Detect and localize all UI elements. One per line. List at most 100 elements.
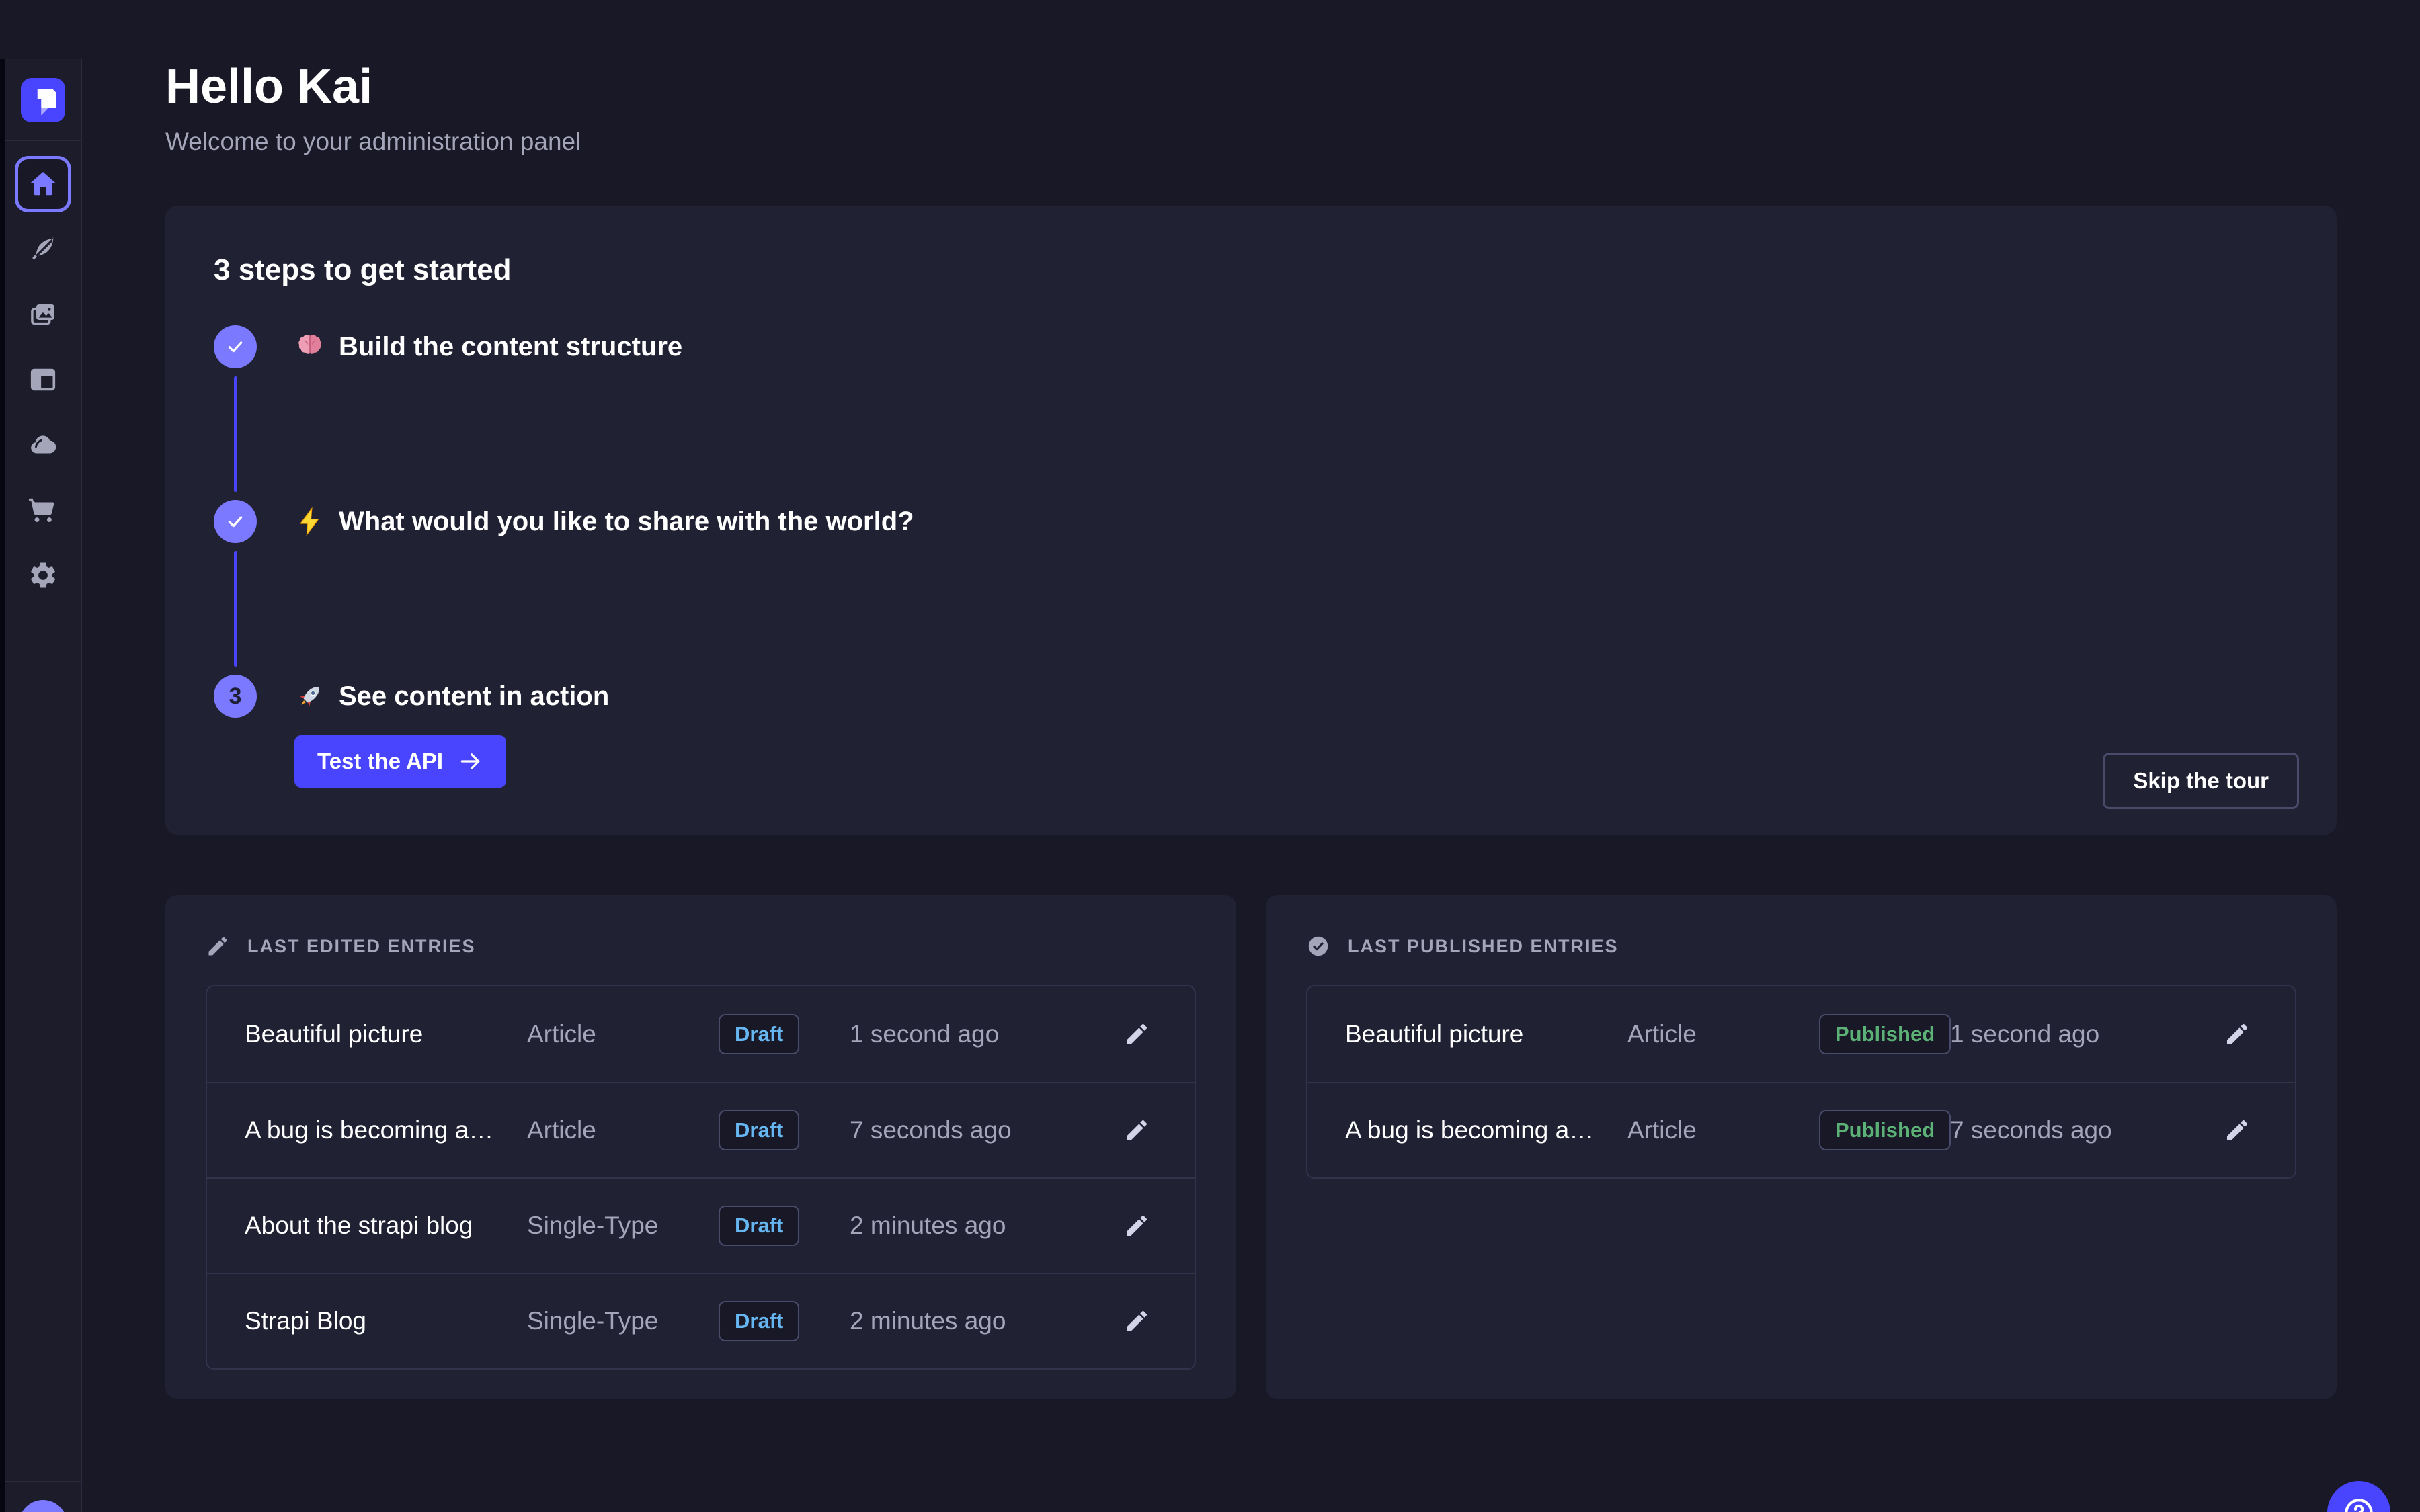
sidebar-item-home[interactable] [15, 156, 71, 212]
step-text: What would you like to share with the wo… [339, 507, 914, 537]
entry-time: 2 minutes ago [850, 1307, 1078, 1335]
step-text: Build the content structure [339, 332, 682, 362]
brain-emoji-icon [294, 331, 325, 362]
sidebar-item-deploy[interactable] [15, 417, 71, 473]
pencil-icon [2224, 1021, 2251, 1048]
step-share-with-world: What would you like to share with the wo… [214, 500, 2288, 543]
gear-icon [28, 560, 58, 591]
entry-type: Article [527, 1020, 719, 1048]
entry-title: Beautiful picture [1345, 1020, 1627, 1048]
main-content: Hello Kai Welcome to your administration… [82, 59, 2420, 1399]
status-badge: Draft [719, 1301, 799, 1341]
bolt-emoji-icon [294, 506, 325, 537]
last-edited-table: Beautiful picture Article Draft 1 second… [206, 985, 1196, 1370]
check-icon [225, 336, 246, 358]
pencil-icon [206, 934, 230, 958]
entry-row: About the strapi blog Single-Type Draft … [207, 1177, 1195, 1273]
entry-title: A bug is becoming a… [245, 1116, 527, 1144]
edit-entry-button[interactable] [1123, 1021, 1150, 1048]
test-the-api-button[interactable]: Test the API [294, 735, 506, 788]
cta-row: Test the API [294, 735, 2288, 788]
entry-type: Single-Type [527, 1212, 719, 1240]
entry-title: A bug is becoming a… [1345, 1116, 1627, 1144]
entry-time: 1 second ago [1950, 1020, 2179, 1048]
last-published-title: LAST PUBLISHED ENTRIES [1348, 936, 1619, 957]
entry-time: 1 second ago [850, 1020, 1078, 1048]
entry-row: A bug is becoming a… Article Draft 7 sec… [207, 1082, 1195, 1177]
last-published-entries-panel: LAST PUBLISHED ENTRIES Beautiful picture… [1266, 895, 2337, 1399]
sidebar-divider [5, 140, 81, 141]
strapi-logo-icon [21, 78, 65, 122]
feather-icon [28, 234, 58, 265]
entry-row: Strapi Blog Single-Type Draft 2 minutes … [207, 1273, 1195, 1368]
entry-type: Article [1627, 1020, 1819, 1048]
user-avatar[interactable]: KD [19, 1500, 67, 1512]
step-connector [234, 551, 237, 667]
step-done-circle [214, 500, 257, 543]
home-icon [28, 169, 58, 200]
step-label: See content in action [294, 681, 609, 712]
layout-icon [28, 364, 58, 395]
step-build-content-structure: Build the content structure [214, 325, 2288, 368]
sidebar-divider [5, 1481, 81, 1482]
edit-entry-button[interactable] [1123, 1212, 1150, 1239]
onboarding-title: 3 steps to get started [214, 253, 2288, 288]
step-label: What would you like to share with the wo… [294, 506, 914, 537]
entry-row: Beautiful picture Article Draft 1 second… [207, 986, 1195, 1082]
window-edge [0, 59, 5, 1512]
arrow-right-icon [458, 749, 483, 774]
cart-icon [28, 495, 58, 526]
onboarding-steps: Build the content structure What [214, 325, 2288, 788]
onboarding-card: 3 steps to get started [165, 206, 2337, 835]
sidebar-item-settings[interactable] [15, 547, 71, 603]
edit-entry-button[interactable] [2224, 1021, 2251, 1048]
status-badge: Draft [719, 1014, 799, 1054]
step-connector [234, 376, 237, 492]
sidebar-item-content-type-builder[interactable] [15, 351, 71, 408]
page-subtitle: Welcome to your administration panel [165, 128, 2337, 156]
sidebar-bottom: KD [5, 1481, 81, 1512]
entry-type: Article [1627, 1116, 1819, 1144]
status-badge: Draft [719, 1206, 799, 1246]
sidebar-nav [5, 156, 81, 603]
images-icon [28, 299, 58, 330]
entry-row: A bug is becoming a… Article Published 7… [1307, 1082, 2295, 1177]
entries-section: LAST EDITED ENTRIES Beautiful picture Ar… [165, 895, 2337, 1399]
step-label: Build the content structure [294, 331, 682, 362]
entry-time: 2 minutes ago [850, 1212, 1078, 1240]
help-button[interactable] [2327, 1481, 2390, 1512]
pencil-icon [2224, 1117, 2251, 1144]
entry-type: Single-Type [527, 1307, 719, 1335]
sidebar-item-content-manager[interactable] [15, 221, 71, 278]
step-done-circle [214, 325, 257, 368]
check-circle-icon [1306, 934, 1330, 958]
page-title: Hello Kai [165, 59, 2337, 114]
skip-the-tour-button[interactable]: Skip the tour [2103, 753, 2299, 809]
check-icon [225, 511, 246, 532]
entry-title: About the strapi blog [245, 1212, 527, 1240]
entry-title: Strapi Blog [245, 1307, 527, 1335]
sidebar-item-marketplace[interactable] [15, 482, 71, 538]
last-published-header: LAST PUBLISHED ENTRIES [1306, 934, 2296, 958]
strapi-logo[interactable] [21, 78, 65, 122]
step-number-circle: 3 [214, 675, 257, 718]
sidebar-item-media-library[interactable] [15, 286, 71, 343]
last-edited-entries-panel: LAST EDITED ENTRIES Beautiful picture Ar… [165, 895, 1236, 1399]
edit-entry-button[interactable] [1123, 1117, 1150, 1144]
pencil-icon [1123, 1308, 1150, 1335]
status-badge: Published [1819, 1110, 1951, 1150]
edit-entry-button[interactable] [2224, 1117, 2251, 1144]
cloud-icon [28, 429, 58, 460]
step-text: See content in action [339, 681, 609, 712]
entry-title: Beautiful picture [245, 1020, 527, 1048]
edit-entry-button[interactable] [1123, 1308, 1150, 1335]
pencil-icon [1123, 1212, 1150, 1239]
question-mark-icon [2341, 1495, 2376, 1512]
step-see-content-in-action: 3 See content in action [214, 675, 2288, 718]
status-badge: Published [1819, 1014, 1951, 1054]
sidebar: KD [5, 59, 82, 1512]
last-published-table: Beautiful picture Article Published 1 se… [1306, 985, 2296, 1179]
status-badge: Draft [719, 1110, 799, 1150]
entry-time: 7 seconds ago [1950, 1116, 2179, 1144]
test-the-api-label: Test the API [317, 749, 443, 774]
